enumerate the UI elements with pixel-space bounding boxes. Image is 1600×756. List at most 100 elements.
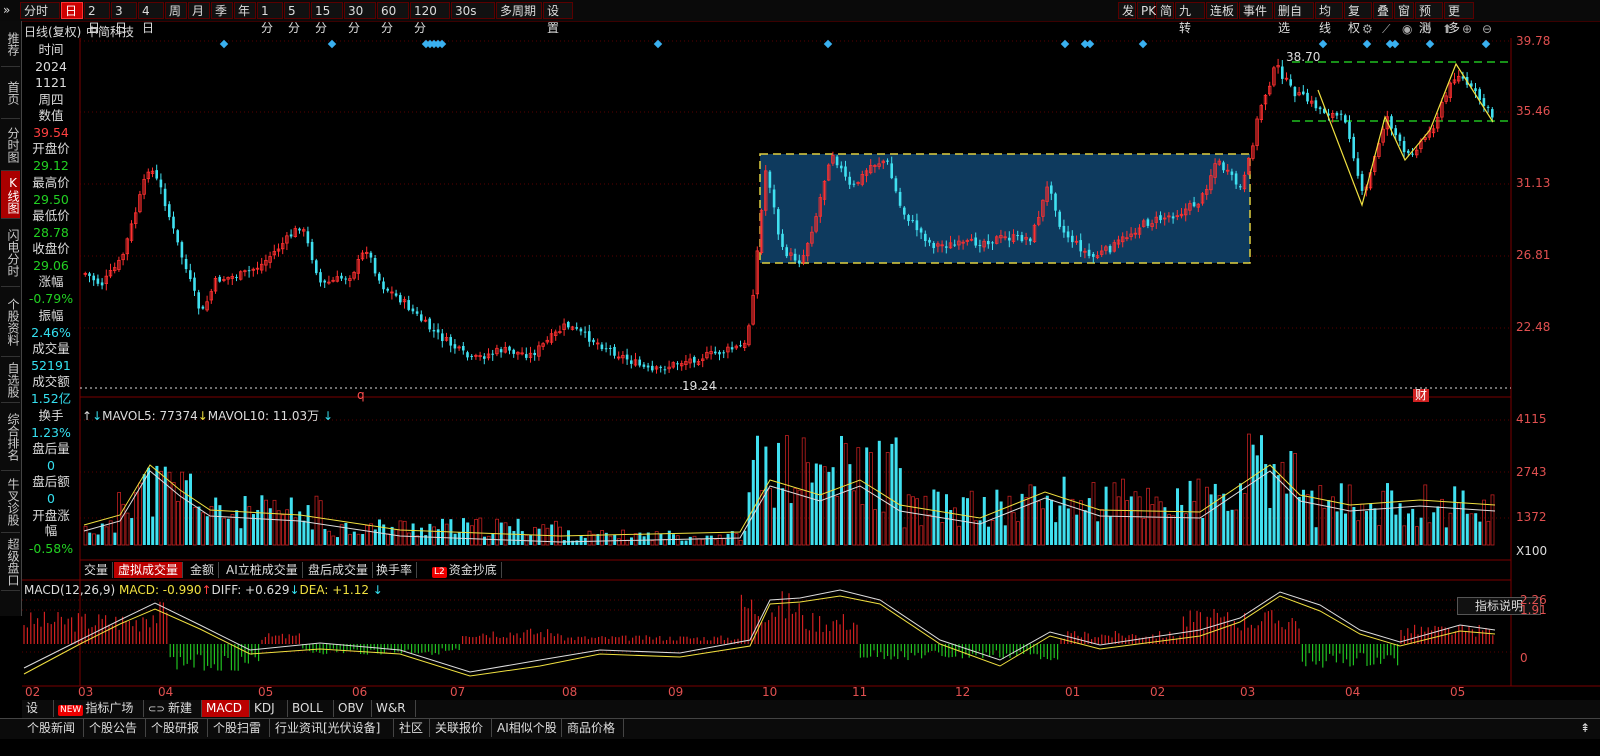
candle-body	[1171, 216, 1175, 219]
chart-tool-icon[interactable]: ⚙	[1362, 22, 1373, 36]
volume-tab-l2[interactable]: L2 资金抄底	[428, 562, 502, 578]
candle-body	[373, 257, 377, 274]
volume-bar	[1465, 513, 1469, 545]
volume-bar	[957, 525, 961, 546]
volume-bar	[709, 535, 713, 545]
candle-body	[235, 276, 238, 278]
volume-bar	[331, 535, 336, 546]
footer-tab-8[interactable]: 商品价格	[562, 719, 624, 737]
volume-tab-amount[interactable]: 金额	[186, 562, 220, 578]
chart-tool-icon[interactable]: ⊖	[1482, 22, 1492, 36]
volume-bar	[478, 517, 483, 546]
volume-tab-virtual[interactable]: 虚拟成交量	[114, 562, 184, 578]
volume-bar	[885, 452, 890, 546]
volume-bar	[734, 533, 739, 546]
volume-bar	[567, 530, 570, 545]
high-price-marker: 38.70	[1286, 50, 1321, 64]
volume-bar	[713, 539, 718, 546]
volume-bar	[272, 499, 277, 546]
finance-marker[interactable]: 财	[1413, 389, 1430, 402]
q-marker[interactable]: q	[357, 389, 365, 402]
volume-bar	[1264, 464, 1268, 545]
candle-body	[1087, 249, 1091, 256]
candle-body	[168, 204, 171, 218]
volume-bar	[1356, 520, 1360, 546]
volume-bar	[159, 470, 164, 546]
kline-chart[interactable]: ⚙ ⟋ ◉ ⊙ ⬆ ⊕ ⊖	[0, 0, 1600, 756]
volume-bar	[919, 525, 924, 546]
candle-body	[1020, 235, 1024, 242]
indicator-tab-new[interactable]: ⊂⊃ 新建	[144, 700, 202, 717]
candle-body	[1239, 186, 1242, 188]
volume-bar	[1028, 484, 1033, 546]
candle-body	[315, 260, 318, 274]
volume-bar	[906, 494, 911, 546]
candle-body	[1352, 136, 1355, 159]
chart-tool-icon[interactable]: ⬆	[1442, 22, 1452, 36]
volume-bar	[1390, 490, 1394, 545]
candle-body	[193, 277, 196, 291]
volume-bar	[1302, 489, 1305, 545]
volume-bar	[1188, 480, 1192, 545]
indicator-tab-boll[interactable]: BOLL	[288, 700, 334, 717]
volume-bar	[524, 534, 529, 546]
footer-tab-4[interactable]: 行业资讯[光伏设备]	[270, 719, 394, 737]
volume-bar	[630, 537, 633, 545]
volume-bar	[352, 531, 356, 545]
indicator-tab-macd[interactable]: MACD	[202, 700, 250, 717]
candle-body	[785, 247, 788, 257]
footer-tab-5[interactable]: 社区	[394, 719, 430, 737]
volume-bar	[974, 520, 978, 546]
chart-tool-icon[interactable]: ⊕	[1462, 22, 1472, 36]
volume-bar	[512, 531, 516, 545]
candle-body	[718, 351, 721, 355]
candle-body	[155, 170, 158, 179]
candle-body	[890, 163, 893, 179]
macd-axis-label: 1.91	[1520, 603, 1547, 617]
footer-tab-0[interactable]: 个股新闻	[22, 719, 84, 737]
candle-body	[1058, 211, 1061, 227]
candle-body	[613, 346, 616, 356]
volume-bar	[911, 496, 915, 546]
indicator-tab-wr[interactable]: W&R	[372, 700, 416, 717]
event-marker-icon	[1060, 39, 1070, 49]
indicator-tab-obv[interactable]: OBV	[334, 700, 372, 717]
volume-bar	[1163, 507, 1167, 545]
volume-tab-ai[interactable]: AI立桩成交量	[222, 562, 303, 578]
volume-tab-vol[interactable]: 交量	[80, 562, 114, 578]
chart-tool-icon[interactable]: ⟋	[1382, 22, 1391, 36]
candle-body	[453, 344, 457, 349]
volume-bar	[318, 500, 323, 546]
volume-bar	[772, 507, 776, 545]
volume-bar	[990, 520, 995, 546]
volume-bar	[1176, 488, 1179, 545]
footer-tab-1[interactable]: 个股公告	[84, 719, 146, 737]
volume-tab-turnover[interactable]: 换手率	[372, 562, 418, 578]
chart-tool-icon[interactable]: ◉	[1402, 22, 1412, 36]
volume-bar	[369, 523, 374, 546]
volume-bar	[819, 464, 822, 545]
candle-body	[1146, 219, 1150, 226]
volume-bar	[1411, 508, 1415, 545]
scroll-top-icon[interactable]: ⇞	[1575, 719, 1595, 737]
indicator-tab-kdj[interactable]: KDJ	[250, 700, 288, 717]
candle-body	[844, 166, 847, 177]
candle-body	[432, 330, 436, 332]
footer-tab-3[interactable]: 个股扫雷	[208, 719, 270, 737]
volume-bar	[1373, 508, 1377, 545]
footer-tab-2[interactable]: 个股研报	[146, 719, 208, 737]
candle-body	[491, 353, 494, 355]
chart-tool-icon[interactable]: ⊙	[1422, 22, 1432, 36]
footer-tab-7[interactable]: AI相似个股	[492, 719, 562, 737]
volume-tab-after[interactable]: 盘后成交量	[304, 562, 374, 578]
indicator-tab-square[interactable]: NEW 指标广场	[54, 700, 144, 717]
candle-body	[1348, 121, 1351, 139]
volume-bar	[1352, 506, 1356, 545]
indicator-tab-settings[interactable]: 设置	[22, 700, 54, 732]
candle-body	[180, 242, 184, 258]
volume-bar	[466, 522, 470, 545]
footer-tab-6[interactable]: 关联报价	[430, 719, 492, 737]
candle-body	[642, 364, 646, 367]
volume-bar	[806, 462, 810, 546]
candle-body	[659, 366, 662, 368]
